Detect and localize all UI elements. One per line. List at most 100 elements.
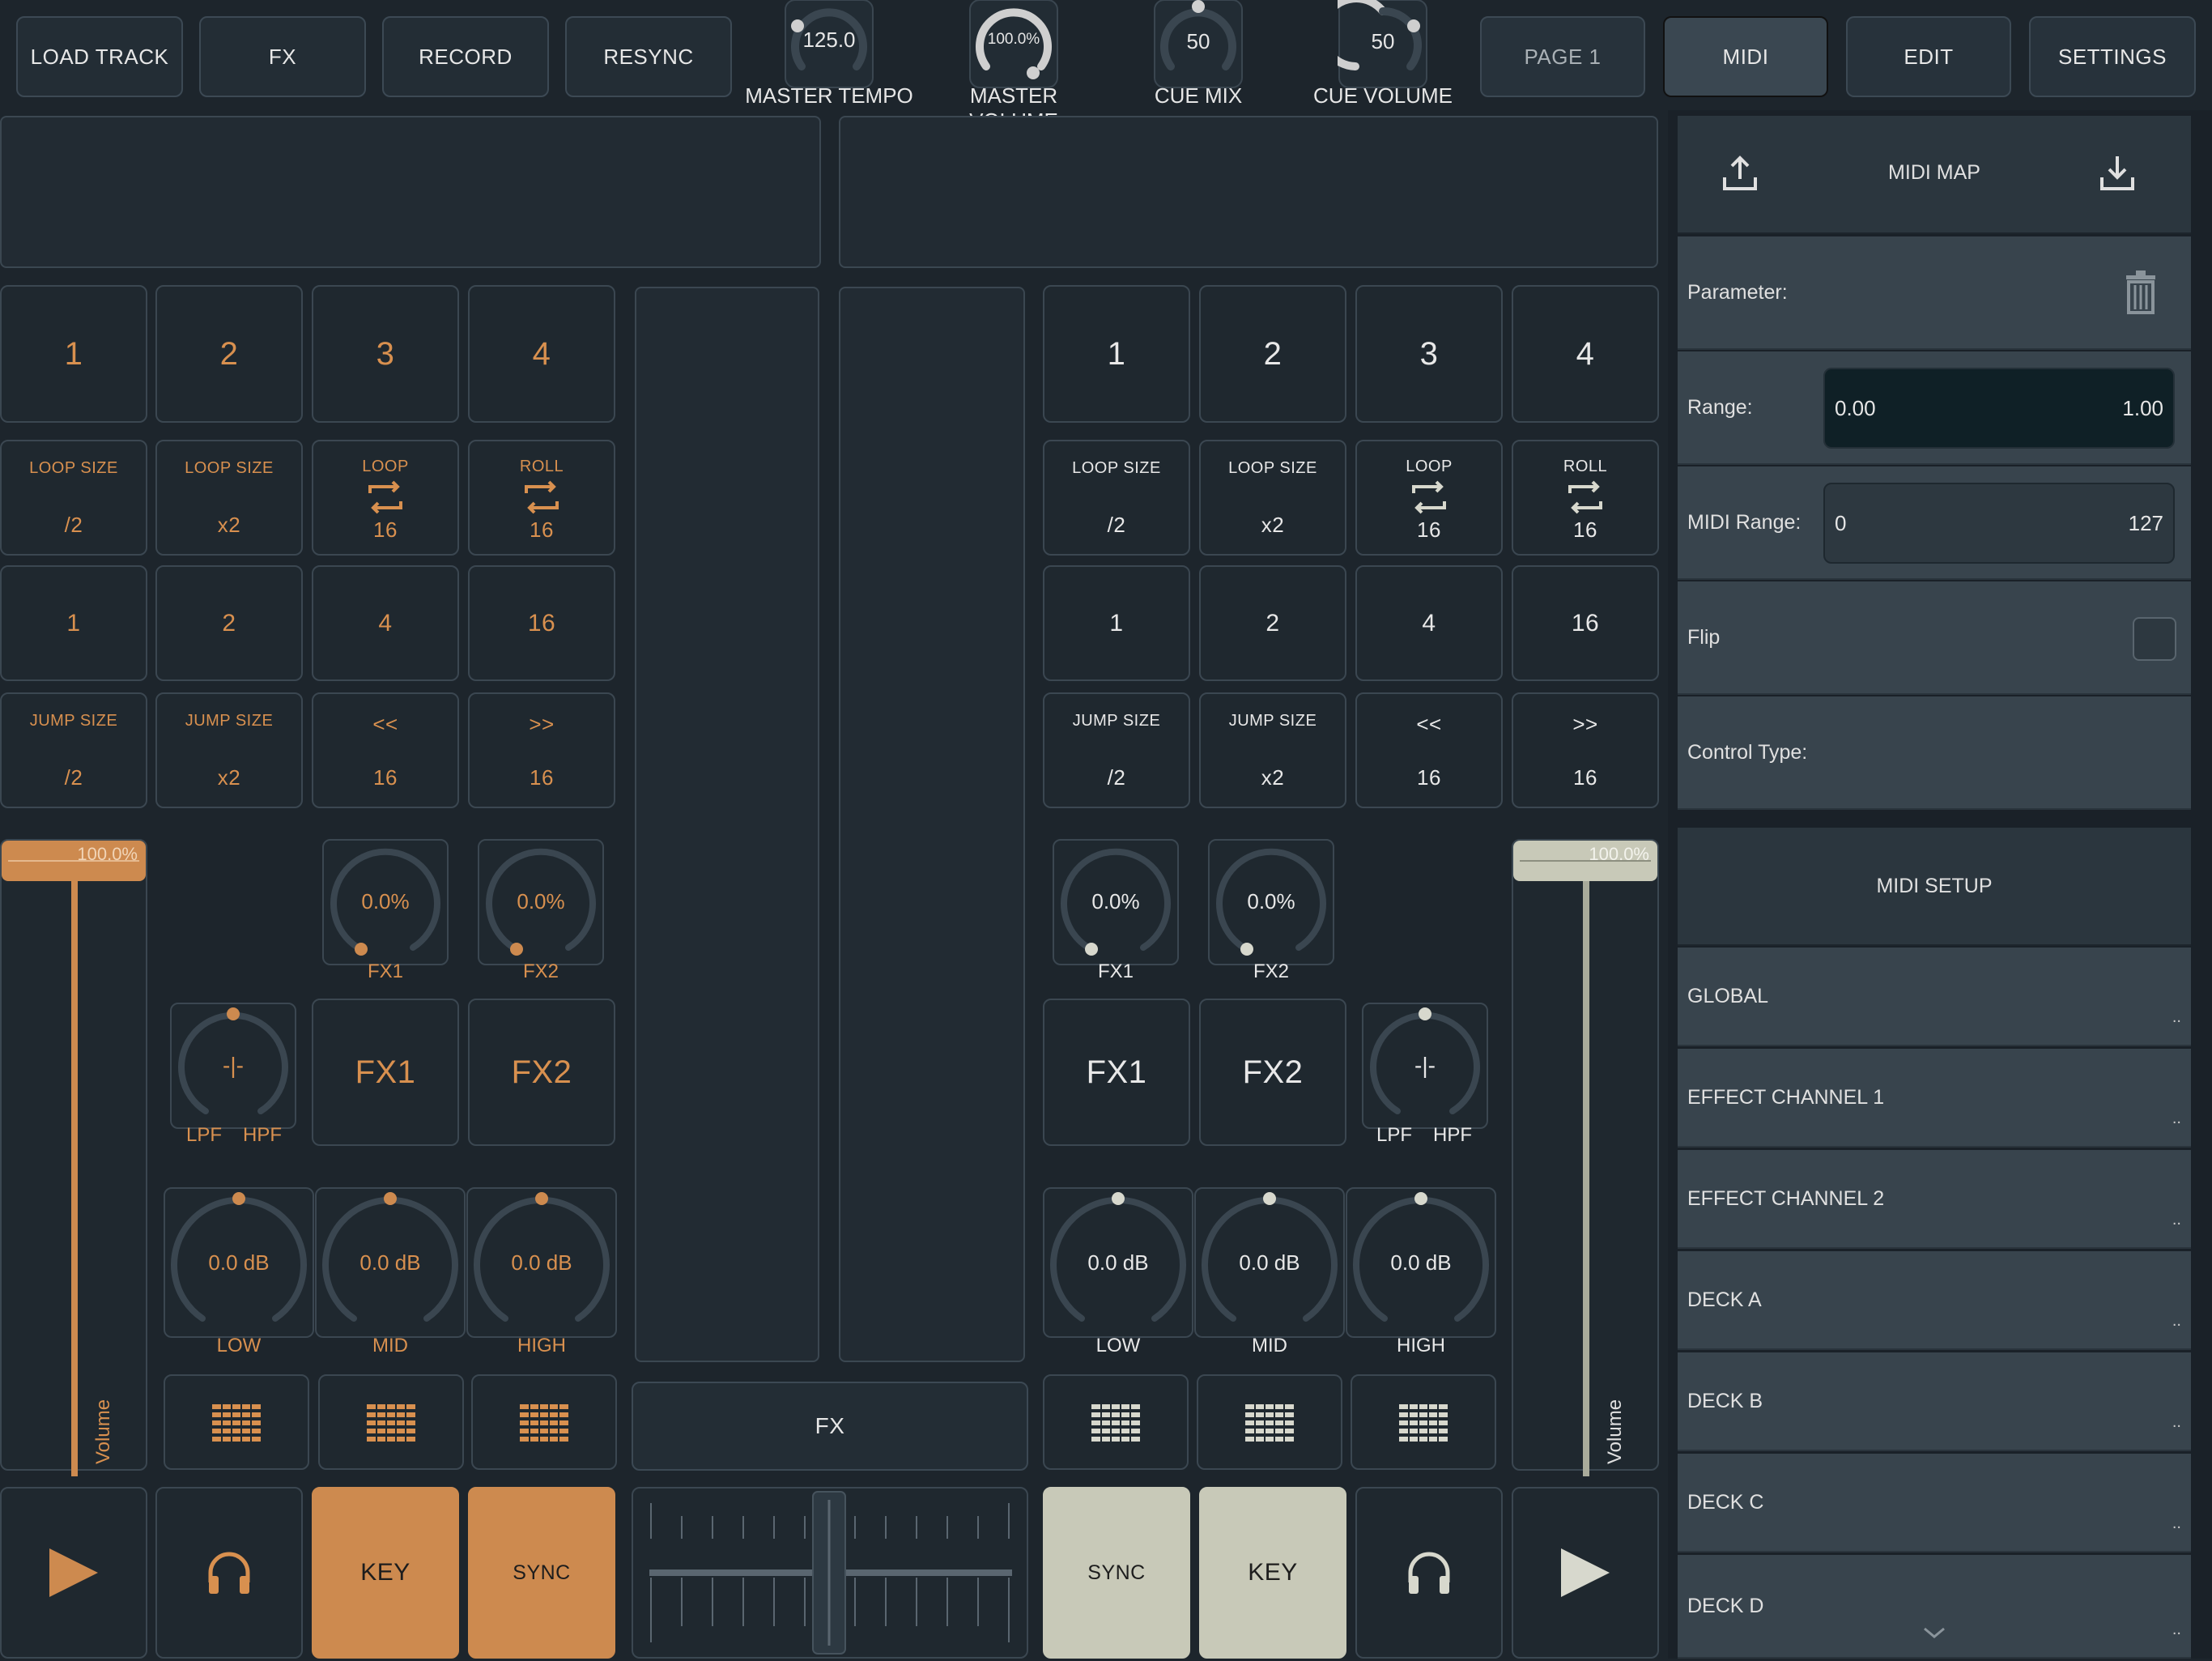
deck-a-jump-size-double[interactable]: JUMP SIZE x2 [155, 692, 303, 808]
crossfader[interactable] [632, 1487, 1028, 1659]
deck-a-volume-value: 100.0% [77, 844, 138, 865]
deck-b-eq-high-knob[interactable]: 0.0 dB [1346, 1187, 1496, 1338]
deck-a-jump-size-half[interactable]: JUMP SIZE /2 [0, 692, 147, 808]
deck-a-eq-mid-kill[interactable] [318, 1374, 464, 1470]
deck-b-beat-16[interactable]: 16 [1512, 565, 1659, 681]
deck-a-key-button[interactable]: KEY [312, 1487, 459, 1659]
deck-b-fx1-knob[interactable]: 0.0% [1053, 839, 1179, 965]
deck-a-beat-16[interactable]: 16 [468, 565, 615, 681]
deck-b-play-button[interactable] [1512, 1487, 1659, 1659]
setup-item-deck-b[interactable]: DECK B.. [1678, 1352, 2191, 1451]
deck-b-hotcue-2[interactable]: 2 [1199, 285, 1346, 423]
deck-b-cue-button[interactable] [1355, 1487, 1503, 1659]
deck-b-beat-4[interactable]: 4 [1355, 565, 1503, 681]
fx-top-button[interactable]: FX [199, 16, 366, 97]
deck-b-hotcue-1[interactable]: 1 [1043, 285, 1190, 423]
deck-b-fx2-button[interactable]: FX2 [1199, 999, 1346, 1146]
deck-b-hotcue-4[interactable]: 4 [1512, 285, 1659, 423]
deck-b-eq-mid-kill[interactable] [1197, 1374, 1342, 1470]
deck-a-eq-mid-knob[interactable]: 0.0 dB [315, 1187, 466, 1338]
deck-a-play-button[interactable] [0, 1487, 147, 1659]
deck-a-loop-size-half[interactable]: LOOP SIZE /2 [0, 440, 147, 556]
deck-b-fx2-knob[interactable]: 0.0% [1208, 839, 1334, 965]
master-tempo-knob[interactable]: 125.0 [784, 0, 874, 91]
deck-b-jump-forward[interactable]: >> 16 [1512, 692, 1659, 808]
deck-b-beat-1[interactable]: 1 [1043, 565, 1190, 681]
deck-a-jump-forward[interactable]: >> 16 [468, 692, 615, 808]
tab-settings[interactable]: SETTINGS [2029, 16, 2196, 97]
deck-a-loop-button[interactable]: LOOP 16 [312, 440, 459, 556]
deck-a-beat-1[interactable]: 1 [0, 565, 147, 681]
trash-icon[interactable] [2125, 270, 2157, 314]
deck-b-loop-button[interactable]: LOOP 16 [1355, 440, 1503, 556]
midi-range-field[interactable]: 0 127 [1823, 483, 2175, 564]
deck-a-hotcue-1[interactable]: 1 [0, 285, 147, 423]
deck-b-eq-mid-knob[interactable]: 0.0 dB [1194, 1187, 1345, 1338]
deck-b-roll-button[interactable]: ROLL 16 [1512, 440, 1659, 556]
setup-item-global[interactable]: GLOBAL.. [1678, 948, 2191, 1046]
deck-a-eq-high-knob[interactable]: 0.0 dB [466, 1187, 617, 1338]
deck-a-cue-button[interactable] [155, 1487, 303, 1659]
deck-a-eq-low-knob[interactable]: 0.0 dB [164, 1187, 314, 1338]
deck-a-hotcue-2[interactable]: 2 [155, 285, 303, 423]
setup-item-effect-channel-2[interactable]: EFFECT CHANNEL 2.. [1678, 1150, 2191, 1249]
setup-item-deck-d[interactable]: DECK D.. [1678, 1555, 2191, 1659]
deck-a-eq-low-kill[interactable] [164, 1374, 309, 1470]
deck-a-roll-button[interactable]: ROLL 16 [468, 440, 615, 556]
tab-page-1[interactable]: PAGE 1 [1480, 16, 1645, 97]
deck-b-overview-strip[interactable] [839, 287, 1025, 1362]
deck-a-beat-2[interactable]: 2 [155, 565, 303, 681]
deck-a-eq-mid-label: MID [315, 1335, 466, 1357]
deck-b-eq-low-kill[interactable] [1043, 1374, 1189, 1470]
range-field[interactable]: 0.00 1.00 [1823, 368, 2175, 449]
control-type-row[interactable]: Control Type: [1678, 696, 2191, 810]
deck-b-fx1-button[interactable]: FX1 [1043, 999, 1190, 1146]
deck-a-volume-slider[interactable]: 100.0% Volume [0, 839, 147, 1471]
deck-b-loop-size-half[interactable]: LOOP SIZE /2 [1043, 440, 1190, 556]
deck-a-jump-back[interactable]: << 16 [312, 692, 459, 808]
deck-a-hotcue-4[interactable]: 4 [468, 285, 615, 423]
deck-b-jump-size-double[interactable]: JUMP SIZE x2 [1199, 692, 1346, 808]
deck-a-volume-handle[interactable]: 100.0% [2, 841, 146, 881]
chevron-down-icon[interactable] [1922, 1625, 1946, 1641]
deck-b-hotcue-3[interactable]: 3 [1355, 285, 1503, 423]
deck-b-eq-low-knob[interactable]: 0.0 dB [1043, 1187, 1193, 1338]
center-fx-button[interactable]: FX [632, 1382, 1028, 1471]
tab-edit[interactable]: EDIT [1846, 16, 2011, 97]
download-icon[interactable] [2097, 153, 2138, 194]
deck-b-waveform[interactable] [839, 116, 1658, 268]
deck-a-beat-4[interactable]: 4 [312, 565, 459, 681]
deck-a-loop-size-double[interactable]: LOOP SIZE x2 [155, 440, 303, 556]
record-button[interactable]: RECORD [382, 16, 549, 97]
cue-volume-knob[interactable]: 50 [1338, 0, 1428, 91]
setup-item-deck-a[interactable]: DECK A.. [1678, 1251, 2191, 1350]
deck-a-hotcue-3[interactable]: 3 [312, 285, 459, 423]
deck-b-jump-back[interactable]: << 16 [1355, 692, 1503, 808]
flip-checkbox[interactable] [2133, 617, 2176, 661]
setup-item-effect-channel-1[interactable]: EFFECT CHANNEL 1.. [1678, 1049, 2191, 1148]
deck-b-jump-size-half[interactable]: JUMP SIZE /2 [1043, 692, 1190, 808]
setup-item-deck-c[interactable]: DECK C.. [1678, 1454, 2191, 1552]
deck-b-key-button[interactable]: KEY [1199, 1487, 1346, 1659]
deck-a-fx1-button[interactable]: FX1 [312, 999, 459, 1146]
deck-a-overview-strip[interactable] [635, 287, 819, 1362]
resync-button[interactable]: RESYNC [565, 16, 732, 97]
deck-a-waveform[interactable] [0, 116, 821, 268]
deck-a-fx1-knob[interactable]: 0.0% [322, 839, 449, 965]
deck-a-eq-high-kill[interactable] [471, 1374, 617, 1470]
deck-b-filter-knob[interactable]: -|- [1362, 1003, 1488, 1129]
tab-midi[interactable]: MIDI [1663, 16, 1828, 97]
deck-b-eq-high-kill[interactable] [1351, 1374, 1496, 1470]
master-volume-knob[interactable]: 100.0% [968, 0, 1059, 91]
deck-a-sync-button[interactable]: SYNC [468, 1487, 615, 1659]
deck-b-volume-handle[interactable]: 100.0% [1513, 841, 1657, 881]
deck-b-beat-2[interactable]: 2 [1199, 565, 1346, 681]
deck-a-filter-knob[interactable]: -|- [170, 1003, 296, 1129]
cue-mix-knob[interactable]: 50 [1153, 0, 1244, 91]
deck-b-loop-size-double[interactable]: LOOP SIZE x2 [1199, 440, 1346, 556]
deck-b-volume-slider[interactable]: 100.0% Volume [1512, 839, 1659, 1471]
deck-a-fx2-button[interactable]: FX2 [468, 999, 615, 1146]
deck-a-fx2-knob[interactable]: 0.0% [478, 839, 604, 965]
load-track-button[interactable]: LOAD TRACK [16, 16, 183, 97]
deck-b-sync-button[interactable]: SYNC [1043, 1487, 1190, 1659]
